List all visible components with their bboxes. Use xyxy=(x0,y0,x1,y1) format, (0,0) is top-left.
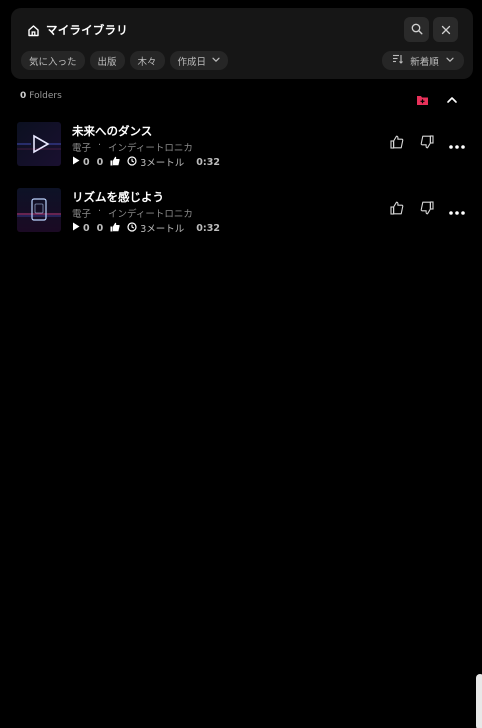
track-actions xyxy=(389,134,465,153)
more-icon xyxy=(449,134,465,153)
filter-chip-trees[interactable]: 木々 xyxy=(129,51,165,70)
chip-label: 出版 xyxy=(97,56,117,68)
track-meta: 電子 · インディートロニカ xyxy=(72,206,193,220)
like-count: 0 xyxy=(96,156,104,168)
title-row: マイライブラリ xyxy=(27,22,128,38)
track-genre: 電子 xyxy=(72,143,92,154)
chip-label: 気に入った xyxy=(29,56,77,68)
more-icon xyxy=(449,200,465,219)
more-options-button[interactable] xyxy=(449,201,465,217)
track-stats: 0 0 3メートル 0:32 xyxy=(72,221,227,235)
library-panel: マイライブラリ 気に入った 出版 木々 作成日 新着順 0 Folders 未来… xyxy=(0,0,482,728)
play-count: 0 xyxy=(72,156,90,168)
version-info: 3メートル xyxy=(127,221,184,235)
filter-chip-liked[interactable]: 気に入った xyxy=(21,51,85,70)
close-icon xyxy=(441,20,451,39)
library-header: マイライブラリ 気に入った 出版 木々 作成日 新着順 xyxy=(11,8,473,79)
chip-label: 作成日 xyxy=(177,56,207,68)
folder-count: 0 xyxy=(20,91,27,101)
track-cover-image[interactable] xyxy=(17,188,61,232)
track-row[interactable]: 未来へのダンス 電子 · インディートロニカ 0 0 3メートル 0:32 xyxy=(17,122,465,169)
play-count: 0 xyxy=(72,222,90,234)
thumbs-up-icon xyxy=(390,134,404,153)
folder-plus-icon xyxy=(416,91,429,110)
search-button[interactable] xyxy=(404,17,429,42)
close-button[interactable] xyxy=(433,17,458,42)
page-title: マイライブラリ xyxy=(46,23,128,37)
track-cover-image[interactable] xyxy=(17,122,61,166)
chevron-down-icon xyxy=(446,55,454,66)
version-info: 3メートル xyxy=(127,155,184,169)
sort-dropdown[interactable]: 新着順 xyxy=(382,51,464,70)
track-style: インディートロニカ xyxy=(108,209,193,220)
chevron-down-icon xyxy=(212,55,220,66)
thumbs-down-icon xyxy=(420,200,434,219)
folders-row[interactable]: 0 Folders xyxy=(20,91,62,101)
thumbs-up-icon xyxy=(110,156,120,169)
thumbs-up-icon xyxy=(110,222,120,235)
track-duration: 0:32 xyxy=(196,156,220,168)
like-button[interactable] xyxy=(389,201,405,217)
search-icon xyxy=(411,20,423,39)
thumbs-up-icon xyxy=(390,200,404,219)
track-duration: 0:32 xyxy=(196,222,220,234)
model-version xyxy=(110,222,120,235)
track-title[interactable]: リズムを感じよう xyxy=(72,189,164,205)
dislike-button[interactable] xyxy=(419,134,435,153)
clock-icon xyxy=(127,155,137,169)
sort-label: 新着順 xyxy=(410,56,439,68)
play-icon xyxy=(72,222,80,234)
more-options-button[interactable] xyxy=(449,135,465,151)
thumbs-down-icon xyxy=(420,134,434,153)
filter-chips: 気に入った 出版 木々 作成日 xyxy=(21,51,229,70)
track-actions xyxy=(389,200,465,219)
play-icon xyxy=(72,156,80,168)
clock-icon xyxy=(127,221,137,235)
filter-chip-published[interactable]: 出版 xyxy=(89,51,125,70)
sort-icon xyxy=(392,54,404,67)
collapse-button[interactable] xyxy=(446,91,458,103)
scroll-handle[interactable] xyxy=(476,674,482,728)
track-style: インディートロニカ xyxy=(108,143,193,154)
add-folder-button[interactable] xyxy=(416,91,429,105)
like-count: 0 xyxy=(96,222,104,234)
track-row[interactable]: リズムを感じよう 電子 · インディートロニカ 0 0 3メートル 0:32 xyxy=(17,188,465,235)
model-version xyxy=(110,156,120,169)
track-meta: 電子 · インディートロニカ xyxy=(72,140,193,154)
meta-separator: · xyxy=(98,206,102,217)
dislike-button[interactable] xyxy=(419,200,435,219)
chip-label: 木々 xyxy=(137,56,157,68)
like-button[interactable] xyxy=(389,135,405,151)
track-title[interactable]: 未来へのダンス xyxy=(72,123,152,139)
home-icon[interactable] xyxy=(27,24,40,37)
filter-chip-created-date[interactable]: 作成日 xyxy=(169,51,229,70)
track-genre: 電子 xyxy=(72,209,92,220)
folders-label: Folders xyxy=(29,91,62,101)
chevron-up-icon xyxy=(446,91,458,110)
track-stats: 0 0 3メートル 0:32 xyxy=(72,155,227,169)
meta-separator: · xyxy=(98,140,102,151)
